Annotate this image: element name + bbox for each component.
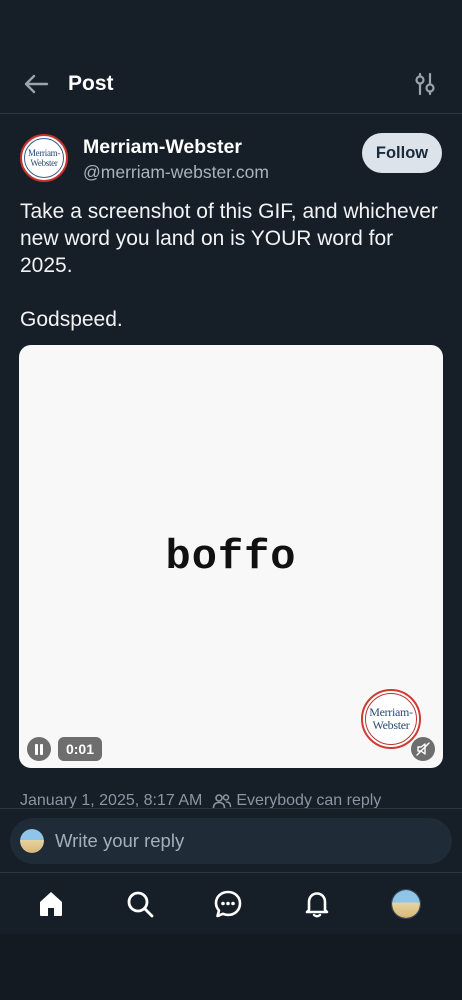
top-bar: Post bbox=[0, 56, 462, 112]
bottom-tab-bar bbox=[0, 872, 462, 934]
pause-icon bbox=[35, 743, 43, 755]
tab-notifications[interactable] bbox=[300, 887, 334, 921]
pause-button[interactable] bbox=[27, 737, 51, 761]
search-icon bbox=[127, 891, 154, 918]
mute-icon bbox=[416, 742, 430, 756]
tab-profile[interactable] bbox=[389, 887, 423, 921]
page-title: Post bbox=[68, 72, 114, 95]
mute-button[interactable] bbox=[411, 737, 435, 761]
avatar bbox=[391, 889, 421, 919]
system-nav-area bbox=[0, 934, 462, 1000]
sliders-icon bbox=[415, 72, 435, 96]
chat-icon bbox=[214, 890, 242, 918]
avatar[interactable]: Merriam- Webster bbox=[20, 134, 68, 182]
tab-search[interactable] bbox=[123, 887, 157, 921]
my-avatar bbox=[20, 829, 44, 853]
author-name[interactable]: Merriam-Webster bbox=[83, 136, 242, 159]
gif-word: boffo bbox=[165, 533, 297, 581]
author-handle[interactable]: @merriam-webster.com bbox=[83, 162, 269, 183]
playback-time: 0:01 bbox=[58, 737, 102, 761]
post-author: Merriam- Webster Merriam-Webster @merria… bbox=[20, 132, 442, 188]
reply-placeholder: Write your reply bbox=[55, 830, 185, 851]
home-icon bbox=[40, 892, 62, 916]
gif-player[interactable]: boffo Merriam- Webster 0:01 bbox=[19, 345, 443, 768]
thread-options-button[interactable] bbox=[410, 70, 440, 98]
reply-input[interactable]: Write your reply bbox=[10, 818, 452, 864]
arrow-left-icon bbox=[24, 74, 49, 94]
back-button[interactable] bbox=[20, 70, 52, 98]
header-divider bbox=[0, 113, 462, 114]
merriam-webster-watermark: Merriam- Webster bbox=[361, 689, 421, 749]
follow-button[interactable]: Follow bbox=[362, 133, 442, 173]
bell-icon bbox=[305, 892, 329, 918]
tab-chat[interactable] bbox=[211, 887, 245, 921]
post-text: Take a screenshot of this GIF, and which… bbox=[20, 200, 438, 331]
merriam-webster-logo: Merriam- Webster bbox=[24, 138, 64, 178]
meta-divider bbox=[0, 808, 462, 809]
tab-home[interactable] bbox=[34, 887, 68, 921]
